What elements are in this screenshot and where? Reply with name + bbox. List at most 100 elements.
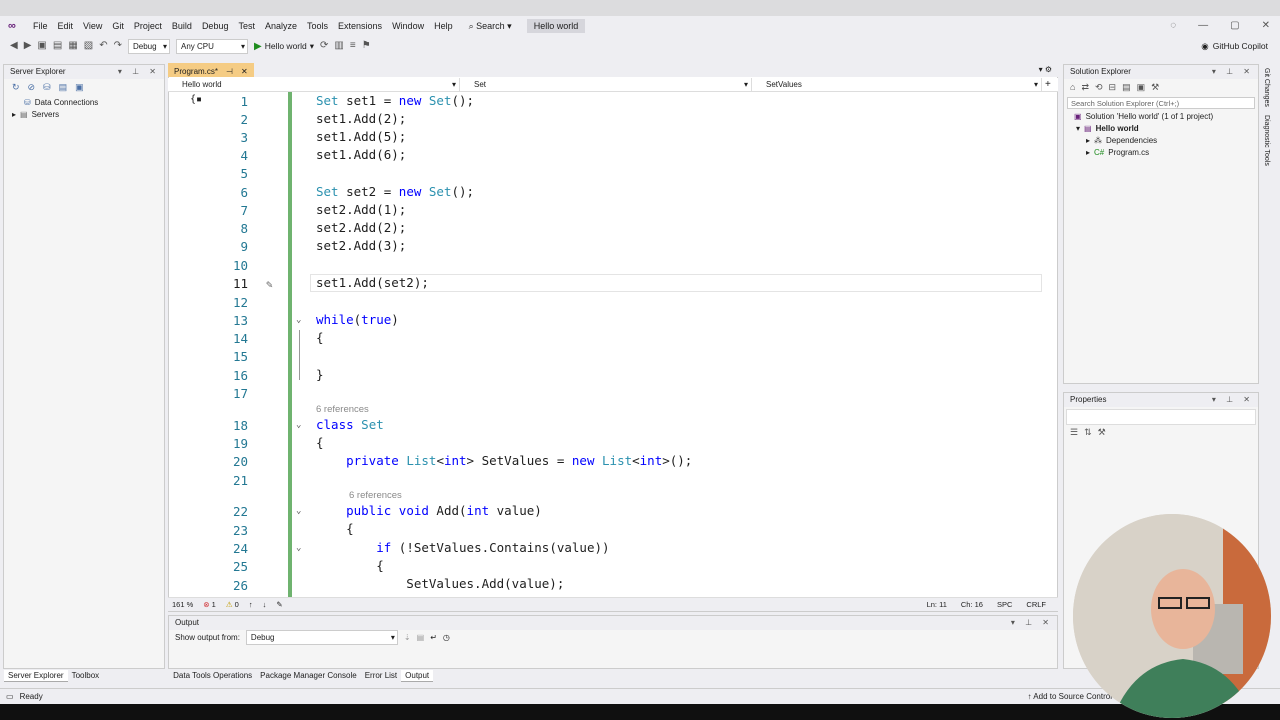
sync-icon[interactable]: ⟲ — [1095, 82, 1103, 93]
new-project-icon[interactable]: ▣ — [37, 36, 46, 56]
pin-icon[interactable]: ⊣ — [226, 65, 233, 77]
quick-actions-brush-icon[interactable]: ✎ — [266, 278, 273, 291]
line-indicator[interactable]: Ln: 11 — [927, 598, 947, 612]
menu-project[interactable]: Project — [129, 16, 167, 36]
word-wrap-icon[interactable]: ↵ — [430, 633, 437, 642]
hot-reload-icon[interactable]: ⟳ — [320, 36, 328, 56]
property-pages-icon[interactable]: ⚒ — [1098, 427, 1106, 438]
run-button[interactable]: ▶ Hello world ▾ — [254, 41, 314, 52]
save-icon[interactable]: ▦ — [68, 36, 77, 56]
whitespace-indicator[interactable]: SPC — [997, 598, 1012, 612]
up-arrow-icon[interactable]: ↑ — [249, 598, 253, 611]
save-all-icon[interactable]: ▧ — [84, 36, 93, 56]
preview-icon[interactable]: ▣ — [1137, 82, 1146, 93]
member-nav-select[interactable]: SetValues — [752, 78, 1042, 92]
show-all-files-icon[interactable]: ▤ — [1122, 82, 1131, 93]
account-icon[interactable]: ◌ — [1170, 16, 1176, 36]
collapse-all-icon[interactable]: ⊟ — [1109, 82, 1117, 93]
tab-diagnostic-tools[interactable]: Diagnostic Tools — [1261, 111, 1272, 170]
tab-program-cs[interactable]: Program.cs* ⊣ ✕ — [168, 63, 254, 77]
minimize-icon[interactable]: — — [1198, 16, 1208, 36]
tree-item-solution[interactable]: ▣ Solution 'Hello world' (1 of 1 project… — [1074, 111, 1258, 123]
comment-icon[interactable]: ≡ — [350, 36, 356, 56]
type-nav-select[interactable]: Set — [460, 78, 752, 92]
error-count[interactable]: ⊗ 1 — [203, 598, 216, 611]
menu-build[interactable]: Build — [167, 16, 197, 36]
menu-window[interactable]: Window — [387, 16, 429, 36]
chevron-right-icon[interactable]: ▸ — [12, 109, 16, 121]
brush-icon[interactable]: ✎ — [276, 598, 282, 611]
menu-help[interactable]: Help — [429, 16, 458, 36]
menu-test[interactable]: Test — [233, 16, 260, 36]
fold-toggle-icon[interactable]: ⌄ — [296, 506, 301, 516]
close-icon[interactable]: ✕ — [1262, 16, 1270, 36]
menu-git[interactable]: Git — [107, 16, 129, 36]
panel-controls[interactable]: ▾ ⊥ ✕ — [1212, 65, 1254, 79]
tree-item-data-connections[interactable]: ⛁ Data Connections — [12, 97, 164, 109]
solution-search-input[interactable]: Search Solution Explorer (Ctrl+;) — [1067, 97, 1255, 109]
search-button[interactable]: ⌕ Search ▾ — [464, 16, 517, 36]
column-indicator[interactable]: Ch: 16 — [961, 598, 983, 612]
tree-item-project[interactable]: ▾ ▤ Hello world — [1074, 123, 1258, 135]
tab-toolbox[interactable]: Toolbox — [68, 670, 104, 682]
add-to-source-control-button[interactable]: ↑ Add to Source Control — [1028, 689, 1113, 704]
panel-controls[interactable]: ▾ ⊥ ✕ — [1011, 616, 1053, 630]
menu-tools[interactable]: Tools — [302, 16, 333, 36]
properties-wrench-icon[interactable]: ⚒ — [1151, 82, 1159, 93]
connect-database-icon[interactable]: ⛁ — [43, 82, 51, 93]
connect-server-icon[interactable]: ▤ — [59, 82, 68, 93]
project-nav-select[interactable]: Hello world — [168, 78, 460, 92]
refresh-icon[interactable]: ↻ — [12, 82, 20, 93]
menu-file[interactable]: File — [28, 16, 53, 36]
fold-toggle-icon[interactable]: ⌄ — [296, 543, 301, 553]
diagnostics-icon[interactable]: ▥ — [334, 36, 343, 56]
chevron-right-icon[interactable]: ▸ — [1086, 135, 1090, 147]
clock-icon[interactable]: ◷ — [443, 633, 450, 642]
close-icon[interactable]: ✕ — [241, 65, 248, 77]
menu-view[interactable]: View — [78, 16, 107, 36]
panel-controls[interactable]: ▾ ⊥ ✕ — [118, 65, 160, 79]
forward-icon[interactable]: ▶ — [24, 36, 32, 56]
properties-object-select[interactable] — [1066, 409, 1256, 425]
panel-controls[interactable]: ▾ ⊥ ✕ — [1212, 393, 1254, 407]
code-view[interactable]: {▪ 1 2 3 4 5 6 7 8 9 10 11 12 13 14 15 1… — [168, 92, 1048, 597]
references-codelens[interactable]: 6 references — [316, 404, 369, 415]
open-folder-icon[interactable]: ▤ — [53, 36, 62, 56]
tab-error-list[interactable]: Error List — [361, 670, 401, 682]
chevron-down-icon[interactable]: ▾ — [1076, 123, 1080, 135]
back-icon[interactable]: ◀ — [10, 36, 18, 56]
switch-views-icon[interactable]: ⇄ — [1081, 82, 1089, 93]
fold-toggle-icon[interactable]: ⌄ — [296, 315, 301, 325]
tab-package-manager-console[interactable]: Package Manager Console — [256, 670, 361, 682]
tab-data-tools-operations[interactable]: Data Tools Operations — [169, 670, 256, 682]
github-copilot-button[interactable]: ◉ GitHub Copilot — [1201, 36, 1268, 56]
platform-select[interactable]: Any CPU — [176, 38, 248, 54]
menu-edit[interactable]: Edit — [53, 16, 79, 36]
tree-item-servers[interactable]: ▸ ▤ Servers — [12, 109, 164, 121]
redo-icon[interactable]: ↷ — [114, 36, 122, 56]
properties-icon[interactable]: ▣ — [75, 82, 84, 93]
down-arrow-icon[interactable]: ↓ — [263, 598, 267, 611]
tab-git-changes[interactable]: Git Changes — [1261, 64, 1272, 111]
line-ending-indicator[interactable]: CRLF — [1026, 598, 1046, 612]
menu-analyze[interactable]: Analyze — [260, 16, 302, 36]
maximize-icon[interactable]: ▢ — [1230, 16, 1239, 36]
home-icon[interactable]: ⌂ — [1070, 82, 1075, 92]
chevron-right-icon[interactable]: ▸ — [1086, 147, 1090, 159]
warning-count[interactable]: ⚠ 0 — [226, 598, 239, 611]
alphabetical-icon[interactable]: ⇅ — [1084, 427, 1092, 438]
undo-icon[interactable]: ↶ — [99, 36, 107, 56]
tab-options-icon[interactable]: ▾ ⚙ — [1039, 63, 1058, 77]
configuration-select[interactable]: Debug — [128, 38, 170, 54]
menu-debug[interactable]: Debug — [197, 16, 234, 36]
clear-all-icon[interactable]: ▤ — [417, 633, 425, 642]
add-icon[interactable]: + — [1042, 78, 1051, 91]
zoom-select[interactable]: 161 % — [172, 598, 193, 611]
categorized-icon[interactable]: ☰ — [1070, 427, 1078, 438]
fold-toggle-icon[interactable]: ⌄ — [296, 420, 301, 430]
tree-item-program-cs[interactable]: ▸ C# Program.cs — [1074, 147, 1258, 159]
menu-extensions[interactable]: Extensions — [333, 16, 387, 36]
tab-output[interactable]: Output — [401, 670, 434, 682]
find-icon[interactable]: ⇣ — [404, 633, 411, 642]
output-source-select[interactable]: Debug — [245, 630, 398, 645]
